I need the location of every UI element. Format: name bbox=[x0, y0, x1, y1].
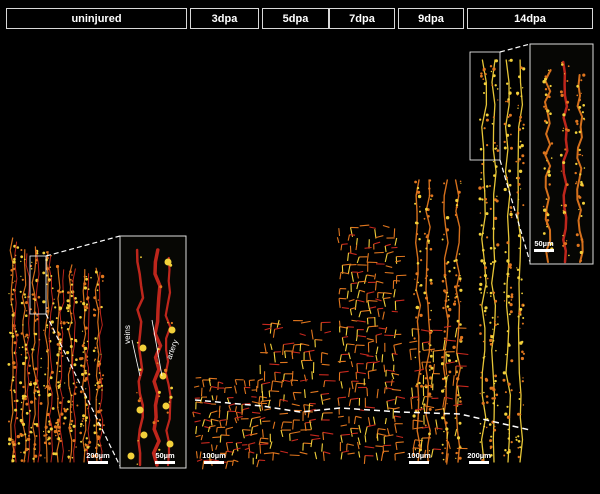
scale-label-3dpa: 100µm bbox=[202, 451, 226, 460]
scale-bar-uninjured: 200µm bbox=[84, 452, 112, 464]
scale-label-inset-uninjured: 50µm bbox=[155, 451, 175, 460]
header-5dpa: 5dpa bbox=[262, 8, 329, 29]
scale-bar-14dpa: 200µm bbox=[465, 452, 493, 464]
header-uninjured: uninjured bbox=[6, 8, 187, 29]
scale-bar-3dpa: 100µm bbox=[201, 452, 227, 464]
scale-label-inset-14dpa: 50µm bbox=[534, 239, 554, 248]
header-9dpa: 9dpa bbox=[398, 8, 464, 29]
header-7dpa: 7dpa bbox=[329, 8, 395, 29]
figure-panel: uninjured 3dpa 5dpa 7dpa 9dpa 14dpa 200µ… bbox=[0, 0, 600, 494]
header-14dpa: 14dpa bbox=[467, 8, 593, 29]
header-3dpa: 3dpa bbox=[190, 8, 259, 29]
scale-bar-9dpa: 100µm bbox=[405, 452, 433, 464]
fin-vasculature-micrographs bbox=[7, 43, 594, 470]
scale-bar-inset-14dpa: 50µm bbox=[531, 240, 557, 252]
micrograph-layer bbox=[7, 43, 594, 470]
veins-label: veins bbox=[122, 325, 132, 344]
scale-label-uninjured: 200µm bbox=[86, 451, 110, 460]
scale-label-14dpa: 200µm bbox=[467, 451, 491, 460]
scale-bar-inset-uninjured: 50µm bbox=[152, 452, 178, 464]
scale-label-9dpa: 100µm bbox=[407, 451, 431, 460]
